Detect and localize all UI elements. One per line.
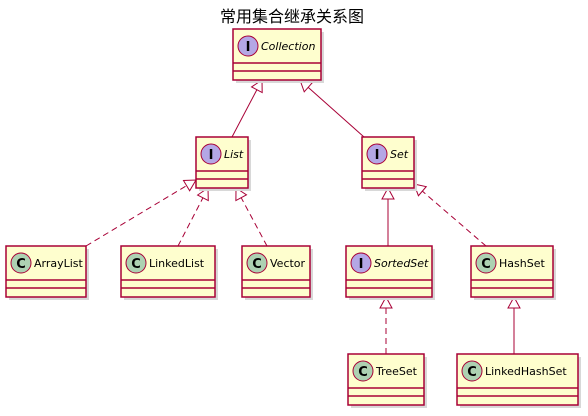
badge-letter: I [209,148,214,163]
class-node-set: I Set [361,136,417,191]
edge-arraylist-to-list [85,179,197,247]
class-name-list: List [224,148,244,161]
badge-letter: C [131,257,141,272]
class-name-vector: Vector [270,257,306,270]
edge-line [85,185,187,247]
edge-hashset-to-set [413,183,487,247]
diagram-title: 常用集合继承关系图 [220,7,364,26]
edge-linkedhashset-to-hashset [507,295,521,354]
node-box [195,136,249,189]
class-node-arraylist: C ArrayList [5,245,89,300]
badge-letter: C [358,365,368,380]
nodes-layer: I Collection I List I Set C ArrayList C LinkedLis… [5,28,581,408]
class-node-treeset: C TreeSet [347,353,427,408]
class-node-collection: I Collection [232,28,324,83]
class-name-linkedhashset: LinkedHashSet [485,365,567,378]
edge-set-to-collection [299,79,365,138]
class-node-vector: C Vector [241,245,313,300]
class-node-linkedhashset: C LinkedHashSet [456,353,581,408]
class-node-linkedlist: C LinkedList [120,245,218,300]
badge-letter: I [246,40,251,55]
edge-line [240,197,268,247]
class-node-sortedset: I SortedSet [345,245,435,300]
badge-letter: C [16,257,26,272]
class-name-sortedset: SortedSet [374,257,429,270]
edge-list-to-collection [231,79,263,138]
edge-sortedset-to-set [381,186,395,246]
class-name-treeset: TreeSet [375,365,418,378]
edge-line [307,86,365,138]
class-node-hashset: C HashSet [470,245,556,300]
class-name-collection: Collection [261,40,315,53]
edge-line [231,89,258,138]
class-name-set: Set [390,148,409,161]
badge-letter: I [359,257,364,272]
node-box [361,136,415,189]
edge-vector-to-list [235,187,268,247]
edges-layer [85,79,521,354]
badge-letter: C [481,257,491,272]
inheritance-arrowhead [182,179,197,192]
class-name-linkedlist: LinkedList [149,257,205,270]
badge-letter: C [252,257,262,272]
class-node-list: I List [195,136,251,191]
edge-treeset-to-sortedset [379,295,393,354]
edge-line [422,190,487,247]
class-diagram: 常用集合继承关系图 I Collection I List I Set C ArrayList… [5,7,581,408]
edge-line [177,197,204,247]
class-name-arraylist: ArrayList [34,257,84,270]
edge-linkedlist-to-list [177,187,209,247]
class-name-hashset: HashSet [499,257,545,270]
badge-letter: I [375,148,380,163]
badge-letter: C [467,365,477,380]
